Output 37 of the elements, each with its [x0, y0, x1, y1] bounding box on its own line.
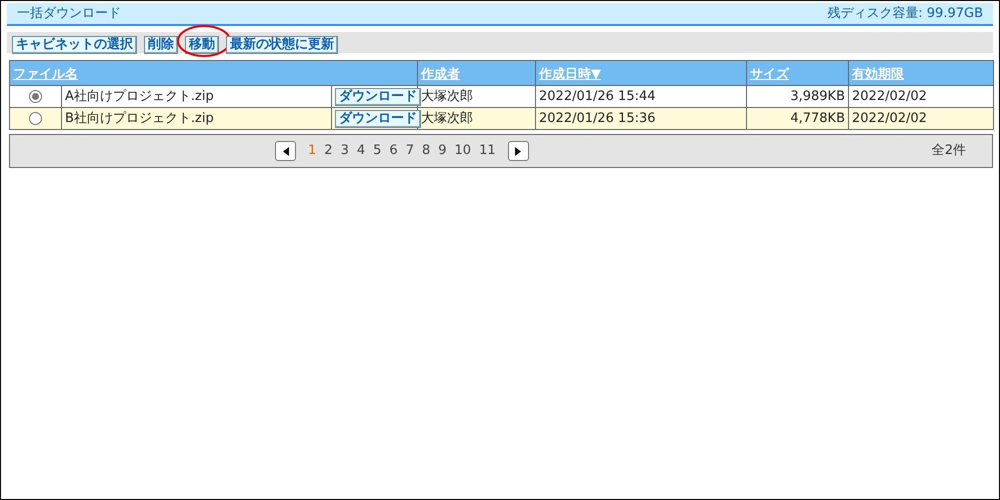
file-size: 4,778KB: [790, 110, 845, 126]
page-link[interactable]: 9: [438, 141, 447, 161]
next-page-button[interactable]: [508, 141, 529, 161]
author-cell: 大塚次郎: [421, 88, 473, 104]
left-triangle-icon: [282, 146, 288, 156]
table-row[interactable]: A社向けプロジェクト.zip ダウンロード 大塚次郎 2022/01/26 15:44 3,989KB 2022/02/02: [10, 86, 994, 108]
previous-page-button[interactable]: [275, 141, 296, 161]
page-link[interactable]: 5: [373, 141, 382, 161]
right-triangle-icon: [515, 146, 522, 156]
created-date: 2022/01/26 15:44: [539, 88, 656, 104]
disk-space-label: 残ディスク容量: 99.97GB: [827, 4, 983, 23]
file-name: B社向けプロジェクト.zip: [65, 110, 214, 126]
toolbar-button[interactable]: 最新の状態に更新: [226, 36, 338, 54]
page-link[interactable]: 10: [454, 141, 472, 161]
toolbar-button[interactable]: 削除: [144, 36, 178, 54]
page-link[interactable]: 7: [406, 141, 414, 161]
page-link[interactable]: 4: [356, 141, 366, 161]
total-count: 全2件: [932, 142, 966, 160]
page-link[interactable]: 2: [324, 141, 333, 161]
page-title: 一括ダウンロード: [17, 4, 121, 23]
toolbar-button[interactable]: キャビネットの選択: [12, 36, 137, 54]
table-row[interactable]: B社向けプロジェクト.zip ダウンロード 大塚次郎 2022/01/26 15:36 4,778KB 2022/02/02: [10, 108, 994, 130]
radio-button[interactable]: [29, 112, 42, 125]
expiry-date: 2022/02/02: [852, 88, 927, 104]
page-link[interactable]: 6: [389, 141, 398, 161]
created-date: 2022/01/26 15:36: [539, 110, 656, 126]
page-link[interactable]: 11: [479, 141, 496, 161]
page-link[interactable]: 3: [340, 141, 349, 161]
file-size: 3,989KB: [790, 88, 845, 104]
page-link[interactable]: 8: [422, 141, 430, 161]
toolbar-button[interactable]: 移動: [185, 36, 219, 54]
author-cell: 大塚次郎: [421, 110, 473, 126]
download-button[interactable]: ダウンロード: [335, 88, 421, 106]
file-name: A社向けプロジェクト.zip: [65, 88, 214, 104]
download-button[interactable]: ダウンロード: [335, 110, 421, 128]
radio-button[interactable]: [29, 90, 42, 103]
expiry-date: 2022/02/02: [852, 110, 927, 126]
